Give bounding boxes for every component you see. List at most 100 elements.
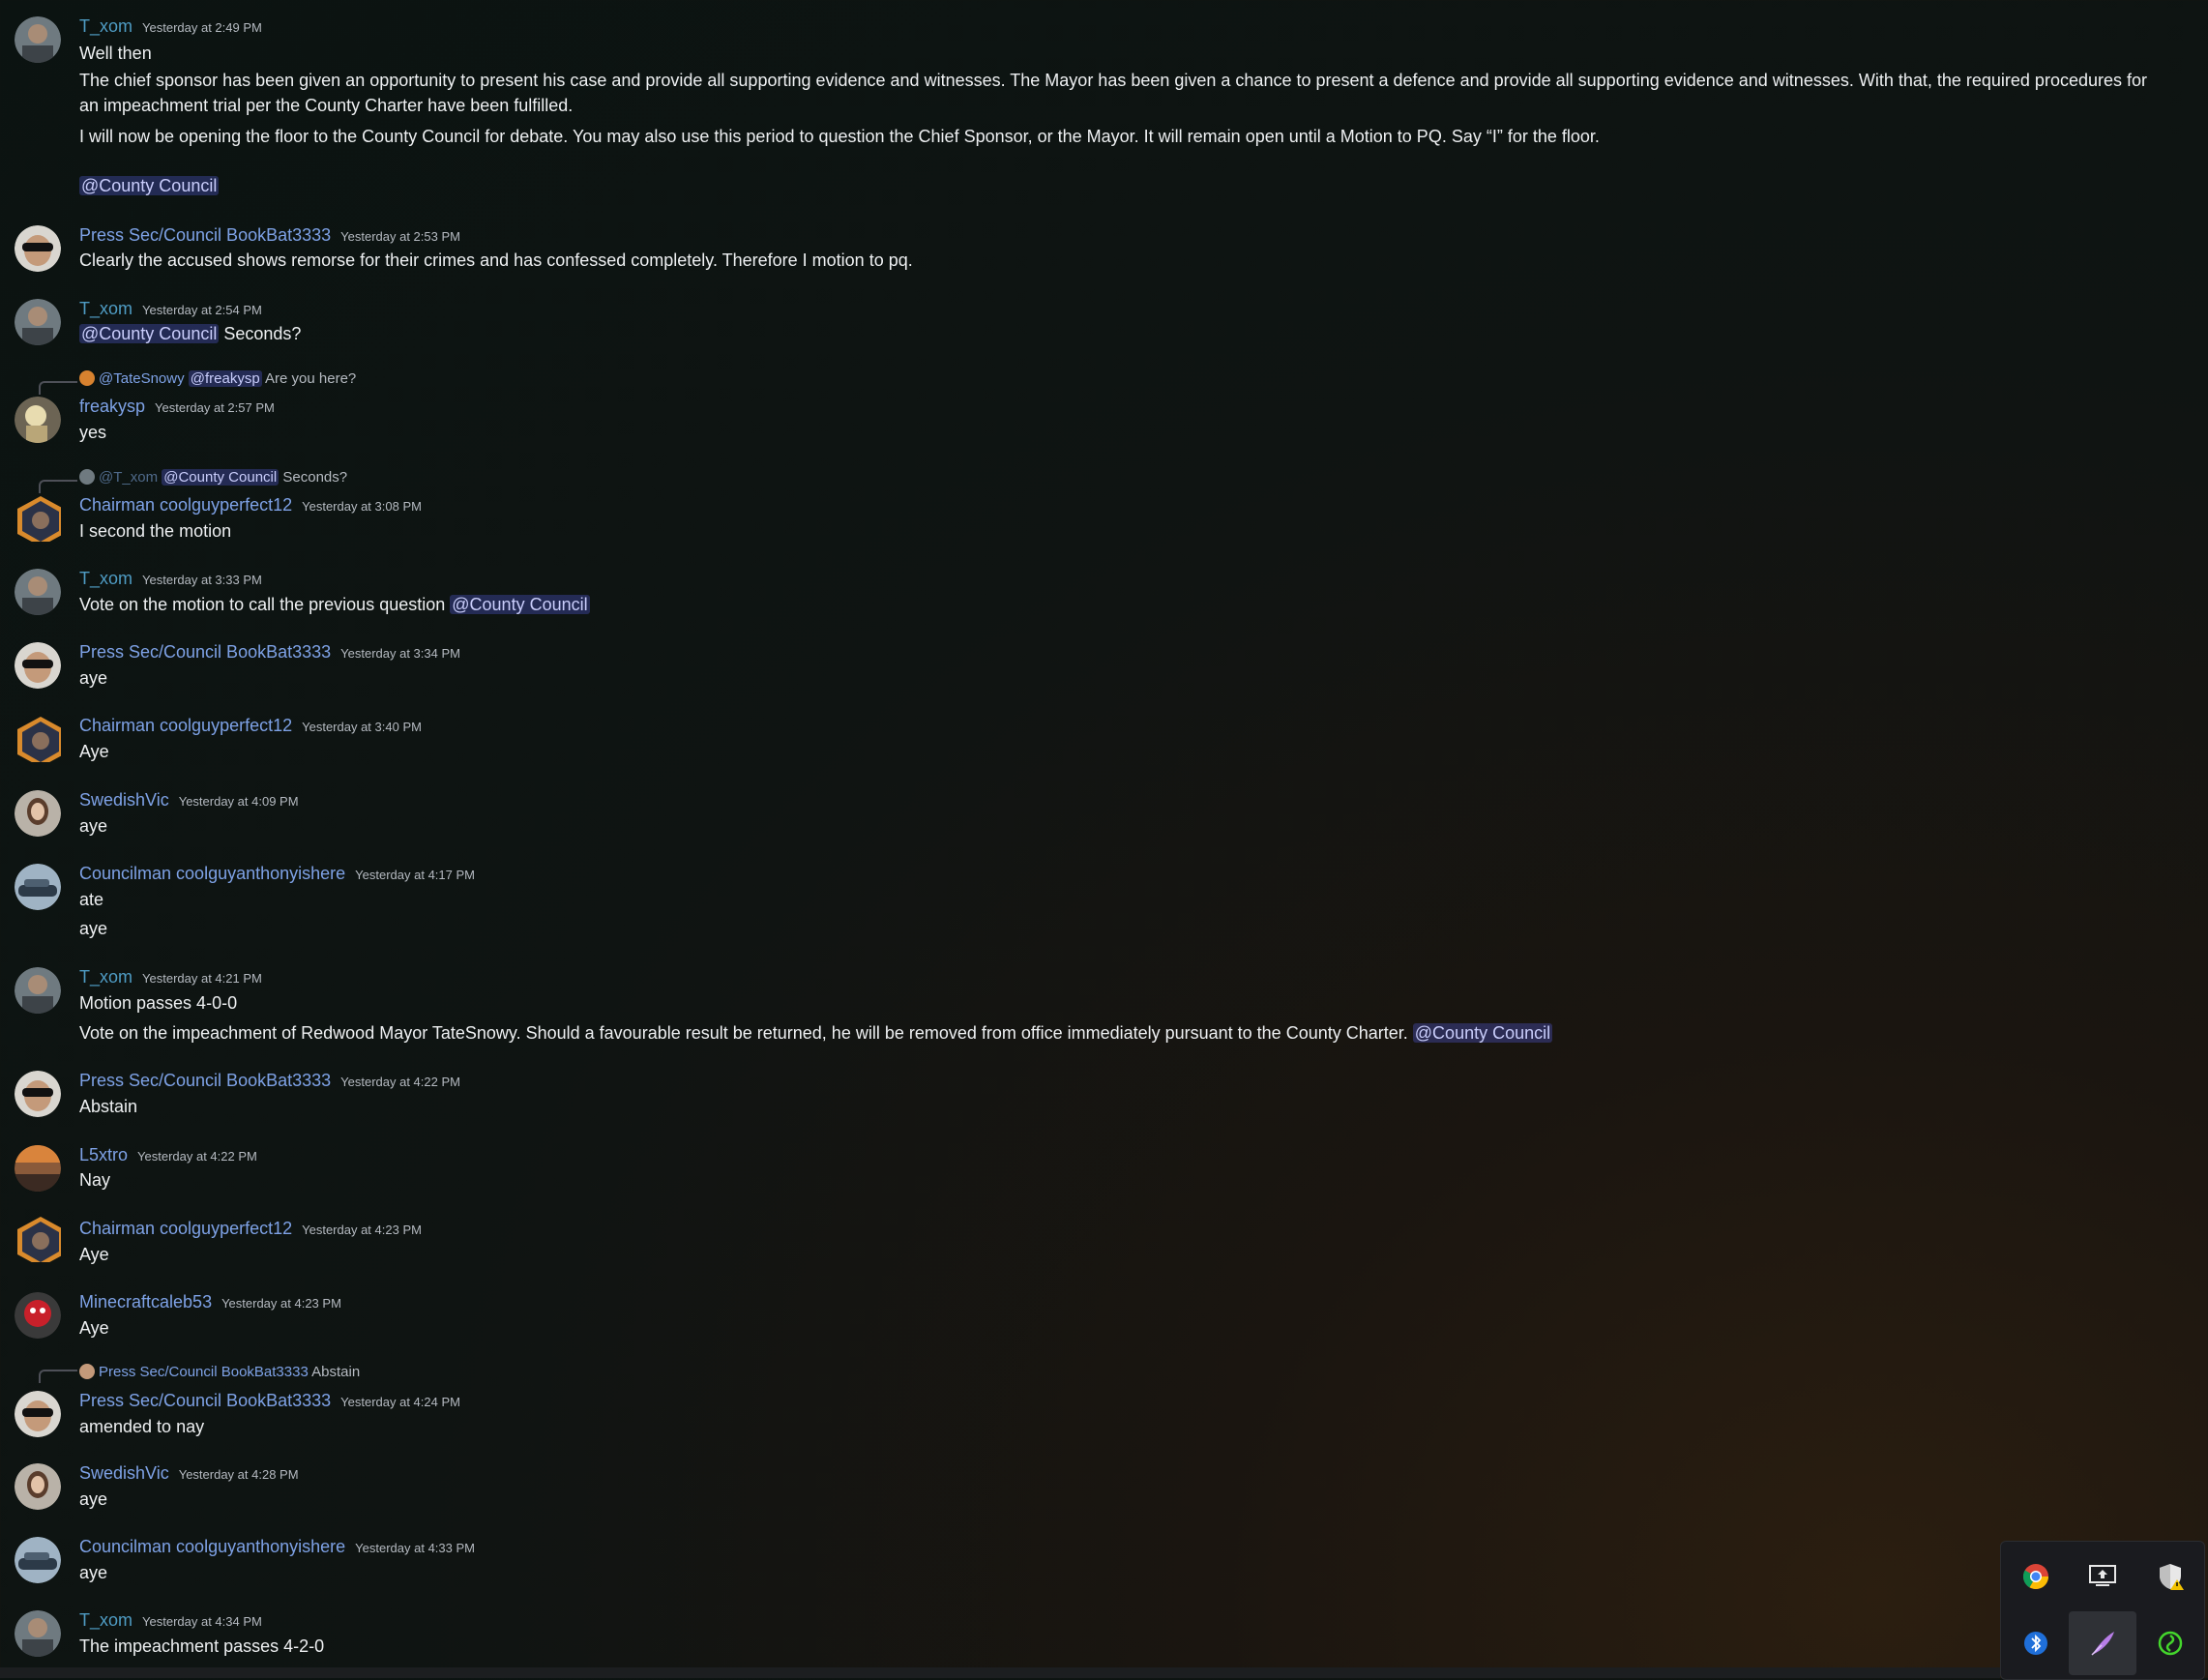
timestamp: Yesterday at 4:34 PM: [142, 1614, 262, 1629]
avatar[interactable]: [15, 790, 61, 837]
message-text: Abstain: [79, 1097, 138, 1116]
timestamp: Yesterday at 4:33 PM: [355, 1541, 475, 1555]
reply-author[interactable]: @T_xom: [99, 469, 158, 486]
message-text: Vote on the motion to call the previous …: [79, 595, 446, 614]
username[interactable]: Chairman coolguyperfect12: [79, 495, 292, 515]
reply-author[interactable]: Press Sec/Council BookBat3333: [99, 1364, 309, 1380]
username[interactable]: SwedishVic: [79, 1463, 169, 1483]
message-text: I second the motion: [79, 521, 232, 541]
message-text: Vote on the impeachment of Redwood Mayor…: [79, 1023, 1408, 1043]
reply-spine: [39, 480, 77, 493]
username[interactable]: T_xom: [79, 1610, 132, 1630]
message-text: The chief sponsor has been given an oppo…: [79, 71, 2147, 115]
role-mention[interactable]: @County Council: [1412, 1023, 1553, 1043]
username[interactable]: T_xom: [79, 967, 132, 987]
username[interactable]: L5xtro: [79, 1145, 128, 1164]
screen-share-icon[interactable]: [2081, 1555, 2124, 1598]
username[interactable]: T_xom: [79, 569, 132, 588]
message-text: aye: [79, 919, 108, 938]
timestamp: Yesterday at 4:23 PM: [221, 1296, 341, 1311]
avatar[interactable]: [15, 1292, 61, 1339]
security-shield-icon[interactable]: [2149, 1555, 2192, 1598]
razer-icon[interactable]: [2149, 1622, 2192, 1665]
feather-pen-icon[interactable]: [2069, 1611, 2136, 1675]
reply-preview[interactable]: @TateSnowy @freakysp Are you here?: [79, 370, 356, 387]
timestamp: Yesterday at 4:21 PM: [142, 971, 262, 986]
reply-author[interactable]: @TateSnowy: [99, 370, 185, 387]
username[interactable]: T_xom: [79, 16, 132, 36]
role-mention[interactable]: @County Council: [79, 324, 220, 343]
username[interactable]: Press Sec/Council BookBat3333: [79, 1391, 331, 1410]
message-text: Clearly the accused shows remorse for th…: [79, 251, 913, 270]
avatar[interactable]: [15, 1391, 61, 1437]
username[interactable]: Press Sec/Council BookBat3333: [79, 225, 331, 245]
reply-preview[interactable]: Press Sec/Council BookBat3333 Abstain: [79, 1364, 360, 1380]
avatar[interactable]: [15, 1610, 61, 1657]
avatar[interactable]: [15, 1145, 61, 1192]
reply-text: Seconds?: [282, 469, 348, 486]
avatar[interactable]: [15, 642, 61, 689]
message-input-edge[interactable]: [0, 1667, 2000, 1678]
avatar[interactable]: [15, 16, 61, 63]
message-text: ate: [79, 890, 104, 909]
role-mention[interactable]: @County Council: [79, 176, 220, 195]
reply-text: Abstain: [311, 1364, 361, 1380]
avatar[interactable]: [15, 299, 61, 345]
avatar[interactable]: [15, 716, 61, 762]
timestamp: Yesterday at 4:23 PM: [302, 1223, 422, 1237]
reply-avatar: [79, 1364, 95, 1379]
message-text: Aye: [79, 1245, 109, 1264]
message-text: I will now be opening the floor to the C…: [79, 127, 1600, 146]
reply-spine: [39, 1370, 77, 1383]
timestamp: Yesterday at 4:28 PM: [178, 1467, 299, 1482]
username[interactable]: Councilman coolguyanthonyishere: [79, 864, 345, 883]
message-text: yes: [79, 423, 107, 442]
avatar[interactable]: [15, 397, 61, 443]
timestamp: Yesterday at 3:40 PM: [302, 720, 422, 734]
timestamp: Yesterday at 3:08 PM: [302, 499, 422, 514]
avatar[interactable]: [15, 1463, 61, 1510]
message-text: Aye: [79, 742, 109, 761]
avatar[interactable]: [15, 864, 61, 910]
message-text: Seconds?: [223, 324, 302, 343]
reply-preview[interactable]: @T_xom @County Council Seconds?: [79, 469, 347, 486]
username[interactable]: Press Sec/Council BookBat3333: [79, 642, 331, 662]
timestamp: Yesterday at 2:53 PM: [340, 229, 460, 244]
avatar[interactable]: [15, 225, 61, 272]
message-text: aye: [79, 1489, 108, 1509]
role-mention[interactable]: @County Council: [450, 595, 590, 614]
timestamp: Yesterday at 2:49 PM: [142, 20, 262, 35]
username[interactable]: Chairman coolguyperfect12: [79, 1219, 292, 1238]
reply-text: Are you here?: [265, 370, 357, 387]
message-text: aye: [79, 1563, 108, 1582]
avatar[interactable]: [15, 1216, 61, 1262]
role-mention[interactable]: @County Council: [162, 469, 280, 486]
message-text: The impeachment passes 4-2-0: [79, 1636, 325, 1656]
message-text: Well then: [79, 44, 152, 63]
message-text: Nay: [79, 1170, 111, 1190]
timestamp: Yesterday at 4:17 PM: [355, 868, 475, 882]
avatar[interactable]: [15, 495, 61, 542]
message-text: Motion passes 4-0-0: [79, 993, 238, 1013]
bluetooth-icon[interactable]: [2015, 1622, 2057, 1665]
timestamp: Yesterday at 4:24 PM: [340, 1395, 460, 1409]
timestamp: Yesterday at 4:22 PM: [340, 1075, 460, 1089]
avatar[interactable]: [15, 1071, 61, 1117]
username[interactable]: Press Sec/Council BookBat3333: [79, 1071, 331, 1090]
avatar[interactable]: [15, 1537, 61, 1583]
username[interactable]: Minecraftcaleb53: [79, 1292, 212, 1312]
avatar[interactable]: [15, 967, 61, 1014]
username[interactable]: SwedishVic: [79, 790, 169, 810]
username[interactable]: T_xom: [79, 299, 132, 318]
user-mention[interactable]: @freakysp: [188, 370, 262, 387]
message-text: amended to nay: [79, 1417, 205, 1436]
timestamp: Yesterday at 3:33 PM: [142, 573, 262, 587]
system-tray-overflow: [2000, 1541, 2205, 1680]
avatar[interactable]: [15, 569, 61, 615]
username[interactable]: Councilman coolguyanthonyishere: [79, 1537, 345, 1556]
timestamp: Yesterday at 4:22 PM: [137, 1149, 257, 1164]
username[interactable]: Chairman coolguyperfect12: [79, 716, 292, 735]
username[interactable]: freakysp: [79, 397, 145, 416]
message-text: Aye: [79, 1318, 109, 1338]
chrome-icon[interactable]: [2015, 1555, 2057, 1598]
